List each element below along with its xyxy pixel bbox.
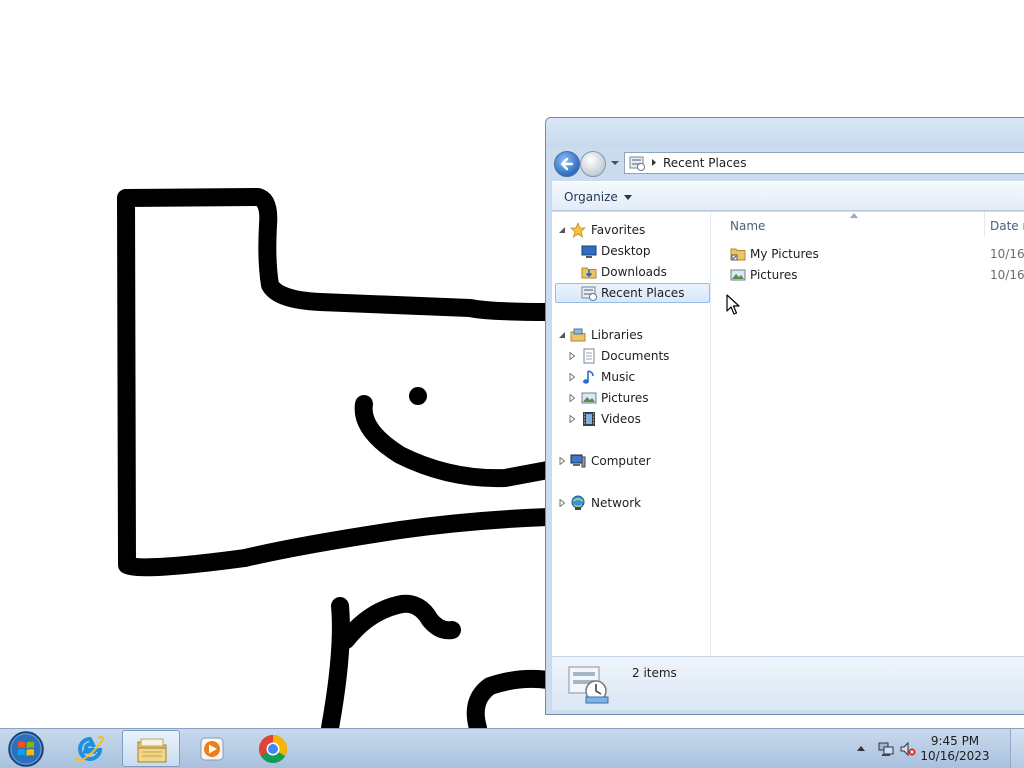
music-icon bbox=[583, 370, 594, 384]
nav-pictures[interactable]: Pictures bbox=[552, 388, 710, 408]
system-tray: 9:45 PM 10/16/2023 bbox=[854, 729, 1024, 768]
explorer-window[interactable]: Recent Places Organize Favorites Desktop bbox=[545, 117, 1024, 715]
nav-documents-label: Documents bbox=[601, 349, 670, 363]
nav-videos[interactable]: Videos bbox=[552, 409, 710, 429]
items-count: 2 items bbox=[632, 666, 677, 680]
recent-pages-dropdown-icon[interactable] bbox=[610, 158, 620, 168]
windows-media-player-icon bbox=[200, 737, 224, 761]
navigation-pane[interactable]: Favorites Desktop Downloads Recent Place… bbox=[552, 212, 711, 656]
start-button[interactable] bbox=[5, 730, 47, 768]
pictures-icon bbox=[581, 392, 597, 404]
column-header-name[interactable]: Name bbox=[730, 219, 765, 233]
taskbar-internet-explorer[interactable] bbox=[61, 730, 119, 767]
sort-ascending-icon bbox=[850, 213, 858, 218]
windows-logo-icon bbox=[8, 731, 44, 767]
volume-muted-icon[interactable] bbox=[900, 741, 916, 757]
nav-music-label: Music bbox=[601, 370, 636, 384]
back-arrow-icon bbox=[560, 157, 574, 171]
favorites-star-icon bbox=[570, 222, 586, 238]
file-row-my-pictures[interactable]: My Pictures 10/16/ bbox=[728, 244, 1024, 264]
taskbar-windows-explorer[interactable] bbox=[122, 730, 180, 767]
taskbar: 9:45 PM 10/16/2023 bbox=[0, 728, 1024, 768]
chrome-icon bbox=[259, 735, 287, 763]
clock-time: 9:45 PM bbox=[930, 734, 980, 748]
command-bar: Organize bbox=[552, 181, 1024, 211]
column-headers: Name Date m bbox=[712, 212, 1024, 238]
folder-shortcut-icon bbox=[730, 248, 746, 261]
libraries-icon bbox=[570, 328, 586, 342]
nav-computer-label: Computer bbox=[591, 454, 651, 468]
explorer-content: Favorites Desktop Downloads Recent Place… bbox=[552, 212, 1024, 656]
column-divider[interactable] bbox=[984, 212, 985, 236]
breadcrumb-recent-places[interactable]: Recent Places bbox=[663, 156, 746, 170]
desktop-icon bbox=[581, 245, 597, 258]
computer-icon bbox=[570, 454, 586, 468]
expanded-arrow-icon[interactable] bbox=[558, 331, 566, 339]
mouse-cursor-icon bbox=[726, 294, 740, 315]
collapsed-arrow-icon[interactable] bbox=[568, 373, 576, 381]
clock-date: 10/16/2023 bbox=[920, 749, 990, 763]
nav-videos-label: Videos bbox=[601, 412, 641, 426]
collapsed-arrow-icon[interactable] bbox=[558, 499, 566, 507]
internet-explorer-icon bbox=[75, 736, 104, 762]
recent-places-icon bbox=[629, 156, 645, 171]
doodle-eye bbox=[409, 387, 427, 405]
forward-button[interactable] bbox=[580, 151, 606, 177]
column-header-date-modified[interactable]: Date m bbox=[990, 219, 1024, 233]
navigation-bar: Recent Places bbox=[552, 148, 1024, 177]
window-titlebar[interactable] bbox=[546, 118, 1024, 148]
organize-label: Organize bbox=[564, 190, 618, 204]
breadcrumb-chevron-icon[interactable] bbox=[651, 158, 657, 167]
pictures-library-icon bbox=[730, 269, 746, 281]
file-date: 10/16/ bbox=[990, 268, 1024, 282]
nav-favorites-label: Favorites bbox=[591, 223, 646, 237]
nav-downloads[interactable]: Downloads bbox=[552, 262, 710, 282]
nav-libraries-label: Libraries bbox=[591, 328, 643, 342]
nav-favorites[interactable]: Favorites bbox=[552, 220, 710, 240]
nav-recent-places[interactable]: Recent Places bbox=[555, 283, 710, 303]
collapsed-arrow-icon[interactable] bbox=[568, 352, 576, 360]
collapsed-arrow-icon[interactable] bbox=[558, 457, 566, 465]
nav-pictures-label: Pictures bbox=[601, 391, 649, 405]
file-name: Pictures bbox=[750, 268, 798, 282]
nav-desktop[interactable]: Desktop bbox=[552, 241, 710, 261]
network-icon bbox=[571, 495, 585, 510]
taskbar-windows-media-player[interactable] bbox=[183, 730, 241, 767]
file-list[interactable]: Name Date m My Pictures 10/16/ Pictures … bbox=[712, 212, 1024, 656]
nav-downloads-label: Downloads bbox=[601, 265, 667, 279]
file-date: 10/16/ bbox=[990, 247, 1024, 261]
recent-places-icon bbox=[581, 286, 597, 301]
taskbar-chrome[interactable] bbox=[244, 730, 302, 767]
nav-network-label: Network bbox=[591, 496, 642, 510]
videos-icon bbox=[583, 412, 595, 426]
nav-music[interactable]: Music bbox=[552, 367, 710, 387]
nav-desktop-label: Desktop bbox=[601, 244, 651, 258]
collapsed-arrow-icon[interactable] bbox=[568, 394, 576, 402]
details-pane: 2 items bbox=[552, 656, 1024, 710]
nav-computer[interactable]: Computer bbox=[552, 451, 710, 471]
nav-documents[interactable]: Documents bbox=[552, 346, 710, 366]
recent-places-large-icon bbox=[568, 666, 609, 704]
nav-network[interactable]: Network bbox=[552, 493, 710, 513]
show-desktop-button[interactable] bbox=[1010, 729, 1024, 768]
nav-libraries[interactable]: Libraries bbox=[552, 325, 710, 345]
windows-explorer-icon bbox=[137, 738, 167, 763]
chevron-down-icon bbox=[623, 194, 632, 200]
nav-recent-places-label: Recent Places bbox=[601, 286, 685, 300]
organize-button[interactable]: Organize bbox=[564, 188, 632, 206]
network-status-icon[interactable] bbox=[878, 741, 894, 757]
documents-icon bbox=[583, 348, 595, 364]
expanded-arrow-icon[interactable] bbox=[558, 226, 566, 234]
downloads-icon bbox=[581, 267, 597, 279]
show-hidden-icons-button[interactable] bbox=[856, 744, 866, 752]
clock[interactable]: 9:45 PM 10/16/2023 bbox=[918, 734, 992, 764]
back-button[interactable] bbox=[554, 151, 580, 177]
address-bar[interactable]: Recent Places bbox=[624, 152, 1024, 174]
file-name: My Pictures bbox=[750, 247, 819, 261]
collapsed-arrow-icon[interactable] bbox=[568, 415, 576, 423]
file-row-pictures[interactable]: Pictures 10/16/ bbox=[728, 265, 1024, 285]
